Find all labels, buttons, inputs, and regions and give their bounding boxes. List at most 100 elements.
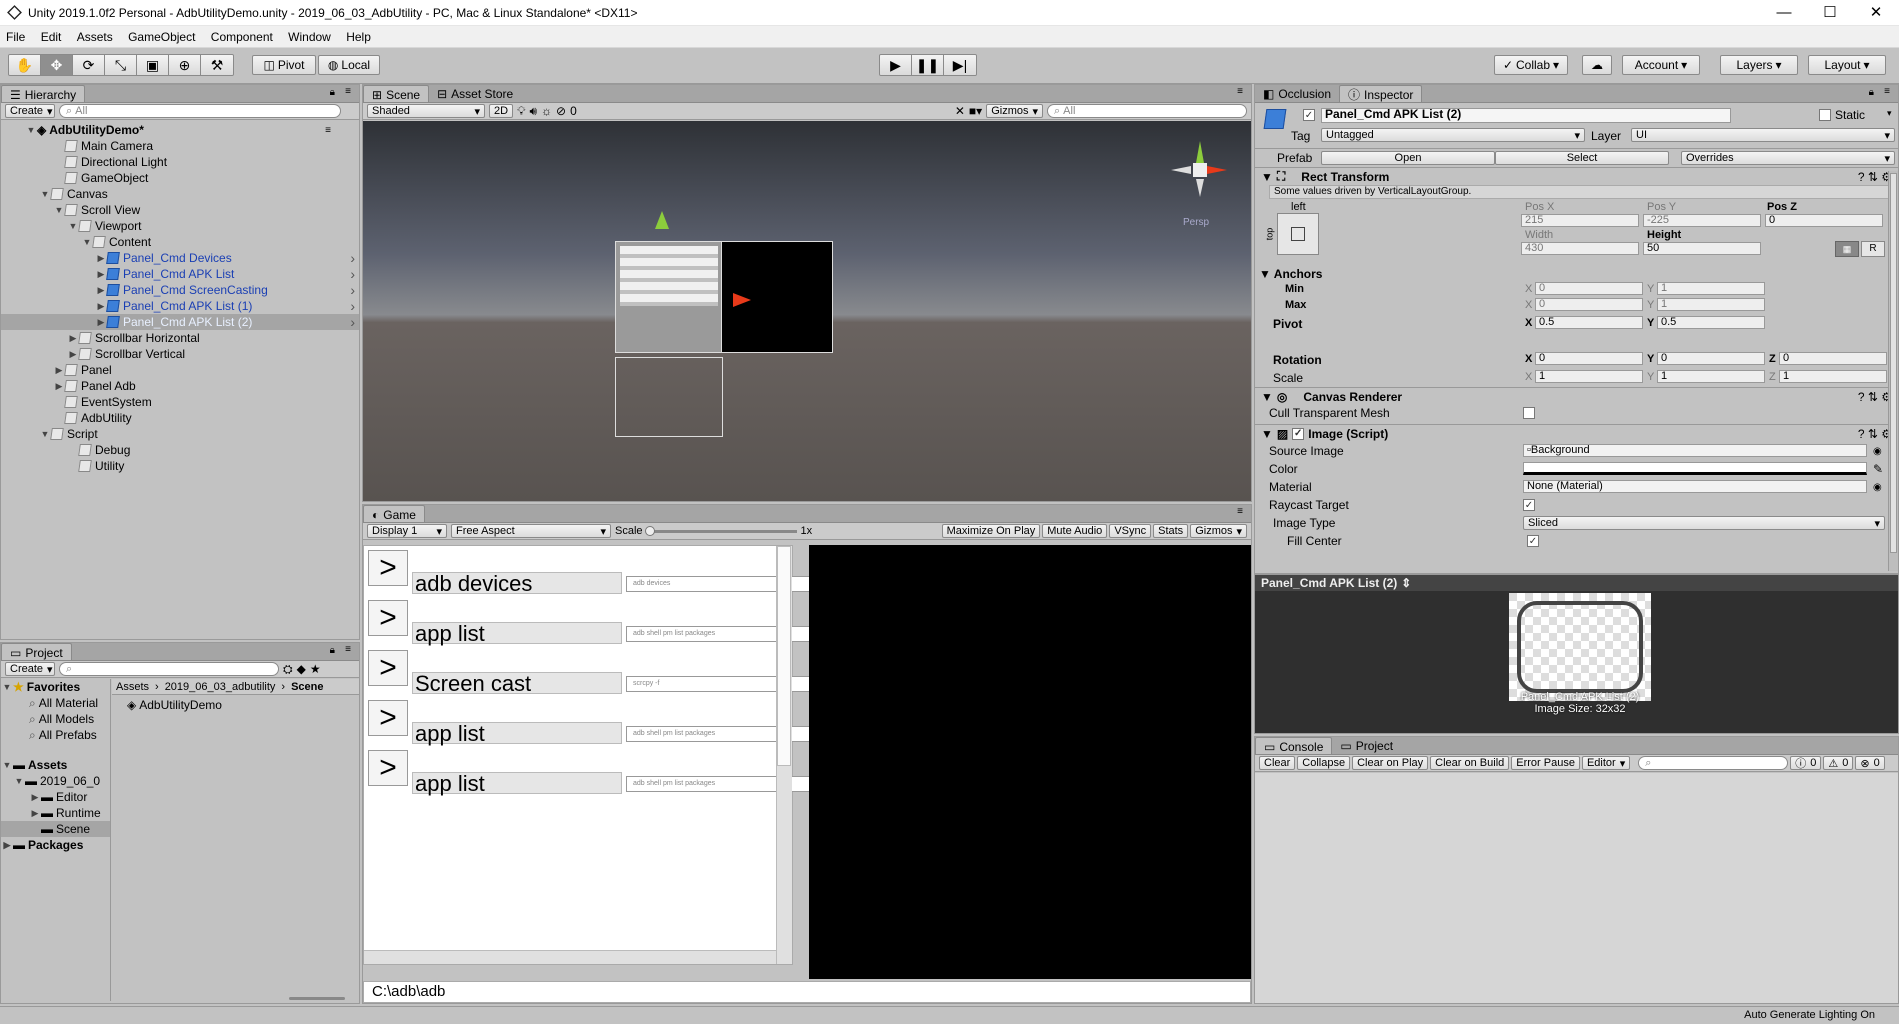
breadcrumb-item[interactable]: 2019_06_03_adbutility	[165, 681, 276, 693]
tab-console[interactable]: ▭ Console	[1255, 737, 1333, 754]
collab-dropdown[interactable]: ✓ Collab ▾	[1494, 55, 1568, 75]
menu-gameobject[interactable]: GameObject	[122, 26, 201, 44]
expand-arrow-icon[interactable]: ▼	[25, 125, 37, 135]
aspect-dropdown[interactable]: Free Aspect ▾	[451, 524, 611, 538]
hierarchy-row[interactable]: Main Camera	[1, 138, 359, 154]
anchor-preset-button[interactable]	[1277, 213, 1319, 255]
rect-transform-header[interactable]: ▼ ⛶ Rect Transform ? ⇅ ⚙	[1255, 167, 1898, 185]
adb-path-field[interactable]: C:\adb\adb	[363, 981, 1251, 1003]
pivot-y-input[interactable]: 0.5	[1657, 316, 1765, 329]
lighting-icon[interactable]: 💡︎	[517, 104, 525, 119]
hierarchy-row[interactable]: AdbUtility	[1, 410, 359, 426]
2d-toggle[interactable]: 2D	[489, 104, 514, 118]
tools-icon[interactable]: ✕	[955, 104, 965, 118]
tab-inspector[interactable]: ⓘ Inspector	[1339, 85, 1423, 102]
inspector-scrollbar[interactable]	[1888, 171, 1898, 571]
vertical-scrollbar[interactable]	[776, 546, 792, 964]
hierarchy-row[interactable]: ▶ Scrollbar Vertical	[1, 346, 359, 362]
scale-z-input[interactable]: 1	[1779, 370, 1887, 383]
chevron-right-icon[interactable]: ›	[350, 250, 355, 266]
anchor-min-x-input[interactable]: 0	[1535, 282, 1643, 295]
expand-arrow-icon[interactable]: ▶	[53, 365, 65, 376]
layers-dropdown[interactable]: Layers ▾	[1720, 55, 1798, 75]
expand-arrow-icon[interactable]: ▼	[39, 189, 51, 199]
hierarchy-row[interactable]: ▼ Content	[1, 234, 359, 250]
object-picker-icon[interactable]: ◉	[1873, 446, 1882, 457]
color-swatch[interactable]	[1523, 462, 1867, 475]
rotate-tool-icon[interactable]: ⟳	[73, 55, 105, 75]
effects-icon[interactable]: ☼	[541, 104, 552, 118]
hierarchy-row[interactable]: ▶ Panel_Cmd Devices ›	[1, 250, 359, 266]
menu-window[interactable]: Window	[282, 26, 337, 44]
breadcrumb-item[interactable]: Scene	[291, 681, 323, 693]
expand-arrow-icon[interactable]: ▶	[95, 269, 107, 280]
hierarchy-row[interactable]: ▶ Scrollbar Horizontal	[1, 330, 359, 346]
hierarchy-row[interactable]: ▶ Panel_Cmd APK List ›	[1, 266, 359, 282]
tab-asset-store[interactable]: ⊟ Asset Store	[429, 85, 521, 102]
anchor-min-y-input[interactable]: 1	[1657, 282, 1765, 295]
raw-edit-button[interactable]: R	[1861, 241, 1885, 257]
component-menu-icon[interactable]: ? ⇅ ⚙	[1858, 390, 1892, 404]
move-gizmo-y-icon[interactable]	[655, 211, 669, 229]
filter-label-icon[interactable]: ◆	[297, 662, 306, 676]
breadcrumb-item[interactable]: Assets	[116, 681, 149, 693]
menu-edit[interactable]: Edit	[35, 26, 68, 44]
expand-arrow-icon[interactable]: ▼	[1261, 427, 1273, 441]
horizontal-scrollbar[interactable]	[364, 950, 776, 964]
blueprint-mode-icon[interactable]: ▦	[1835, 241, 1859, 257]
expand-arrow-icon[interactable]: ▶	[67, 333, 79, 344]
hierarchy-row[interactable]: Debug	[1, 442, 359, 458]
menu-file[interactable]: File	[0, 26, 31, 44]
anchor-max-y-input[interactable]: 1	[1657, 298, 1765, 311]
raycast-checkbox[interactable]: ✓	[1523, 499, 1535, 511]
source-image-field[interactable]: ▫Background	[1523, 444, 1867, 457]
chevron-up-down-icon[interactable]: ⇕	[1401, 576, 1411, 590]
transform-tool-icon[interactable]: ⊕	[169, 55, 201, 75]
hierarchy-row[interactable]: EventSystem	[1, 394, 359, 410]
filter-type-icon[interactable]: ⛭	[283, 662, 293, 677]
material-field[interactable]: None (Material)	[1523, 480, 1867, 493]
run-command-button[interactable]: >	[368, 750, 408, 786]
panel-menu-icon[interactable]: ≡	[1884, 86, 1890, 97]
account-dropdown[interactable]: Account ▾	[1622, 55, 1700, 75]
close-button[interactable]: ✕	[1853, 0, 1899, 26]
stats-toggle[interactable]: Stats	[1153, 524, 1189, 538]
move-gizmo-x-icon[interactable]	[733, 293, 751, 307]
run-command-button[interactable]: >	[368, 550, 408, 586]
play-icon[interactable]: ▶	[880, 55, 912, 75]
rotation-z-input[interactable]: 0	[1779, 352, 1887, 365]
tab-project-2[interactable]: ▭ Project	[1332, 737, 1401, 754]
expand-arrow-icon[interactable]: ▶	[95, 301, 107, 312]
custom-tool-icon[interactable]: ⚒	[201, 55, 233, 75]
tab-game[interactable]: ◐ Game	[363, 505, 425, 522]
cloud-button[interactable]: ☁	[1582, 55, 1612, 75]
console-clear-button[interactable]: Clear	[1259, 756, 1296, 770]
expand-arrow-icon[interactable]: ▶	[95, 317, 107, 328]
pivot-toggle[interactable]: ◫ Pivot	[252, 55, 316, 75]
assets-row[interactable]: ▼ ▬ Assets	[1, 757, 110, 773]
active-checkbox[interactable]: ✓	[1303, 109, 1315, 121]
scale-x-input[interactable]: 1	[1535, 370, 1643, 383]
scene-menu-icon[interactable]: ≡	[325, 125, 331, 136]
chevron-right-icon[interactable]: ›	[350, 314, 355, 330]
scrollbar-thumb[interactable]	[1890, 173, 1897, 553]
posy-input[interactable]: -225	[1643, 214, 1761, 227]
chevron-down-icon[interactable]: ▾	[1887, 108, 1892, 119]
image-script-header[interactable]: ▼ ▨ ✓ Image (Script) ? ⇅ ⚙	[1255, 424, 1898, 442]
console-clear-on-build-toggle[interactable]: Clear on Build	[1430, 756, 1510, 770]
scale-tool-icon[interactable]: ⤡	[105, 55, 137, 75]
command-input[interactable]: scrcpy -f	[626, 676, 838, 692]
expand-arrow-icon[interactable]: ▶	[67, 349, 79, 360]
image-type-dropdown[interactable]: Sliced ▾	[1523, 516, 1885, 530]
file-item[interactable]: ◈ AdbUtilityDemo	[127, 697, 222, 713]
expand-arrow-icon[interactable]: ▼	[1261, 390, 1273, 404]
chevron-right-icon[interactable]: ›	[350, 266, 355, 282]
pivot-x-input[interactable]: 0.5	[1535, 316, 1643, 329]
menu-help[interactable]: Help	[340, 26, 377, 44]
folder-row[interactable]: ▼ ▬ 2019_06_0	[1, 773, 110, 789]
move-tool-icon[interactable]: ✥	[41, 55, 73, 75]
eyedropper-icon[interactable]: ✎	[1873, 462, 1883, 476]
image-enabled-checkbox[interactable]: ✓	[1292, 427, 1305, 440]
command-scroll-view[interactable]: > adb devices adb devices > app list adb shel…	[363, 545, 838, 965]
expand-arrow-icon[interactable]: ▶	[95, 253, 107, 264]
